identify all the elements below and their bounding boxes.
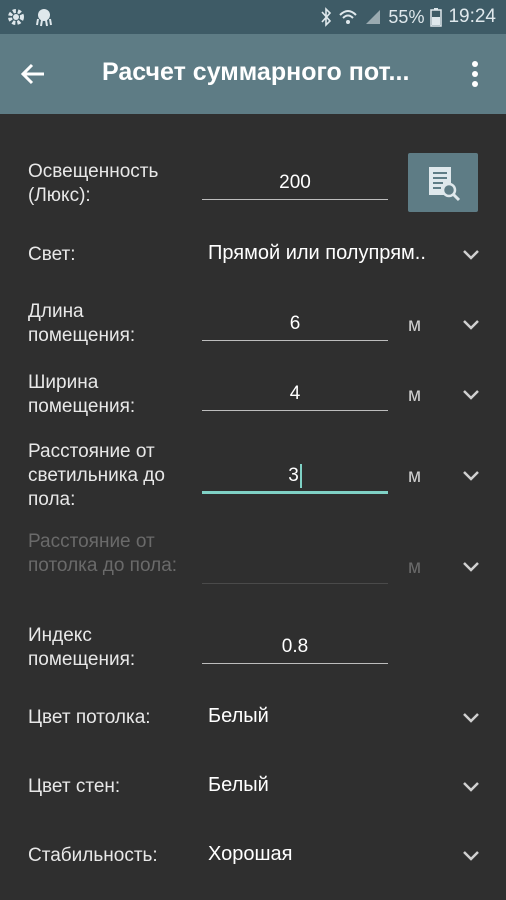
battery-icon [430,8,443,27]
light-label: Свет: [28,244,76,265]
room-index-input[interactable]: 0.8 [202,636,388,664]
illuminance-underline [202,199,388,200]
width-unit: м [408,385,422,406]
stability-select[interactable]: Хорошая [208,843,292,866]
ceiling-color-label: Цвет потолка: [28,707,151,728]
width-label: Ширина помещения: [28,372,136,417]
illuminance-input[interactable]: 200 [202,172,388,200]
chevron-down-icon[interactable] [462,470,480,482]
width-value: 4 [289,383,301,404]
illuminance-value: 200 [279,172,311,193]
chevron-down-icon[interactable] [462,249,480,261]
length-label: Длина помещения: [28,301,136,346]
search-table-button[interactable] [408,153,478,212]
wall-color-select[interactable]: Белый [208,774,269,797]
room-index-underline [202,663,388,664]
gear-icon [8,9,24,25]
page-title: Расчет суммарного пот... [102,58,410,86]
ceiling-floor-underline [202,583,388,584]
length-underline [202,340,388,341]
chevron-down-icon[interactable] [462,850,480,862]
document-search-icon [429,167,461,202]
more-vert-icon[interactable] [463,56,487,92]
clock: 19:24 [448,6,496,27]
lamp-floor-underline [202,491,388,494]
lamp-floor-label: Расстояние от светильника до пола: [28,441,165,510]
room-index-label: Индекс помещения: [28,625,136,670]
chevron-down-icon[interactable] [462,561,480,573]
width-input[interactable]: 4 [202,383,388,411]
chevron-down-icon[interactable] [462,781,480,793]
lamp-floor-input[interactable]: 3 [202,464,388,494]
signal-icon [366,10,381,24]
ceiling-floor-label: Расстояние от потолка до пола: [28,531,178,576]
length-unit: м [408,315,422,336]
chevron-down-icon[interactable] [462,319,480,331]
octopus-icon [36,9,52,27]
ceiling-color-select[interactable]: Белый [208,705,269,728]
status-bar: 55% 19:24 [0,0,506,34]
ceiling-floor-input [202,556,388,584]
length-value: 6 [289,313,301,334]
stability-label: Стабильность: [28,845,158,866]
chevron-down-icon[interactable] [462,389,480,401]
chevron-down-icon[interactable] [462,712,480,724]
length-input[interactable]: 6 [202,313,388,341]
wall-color-label: Цвет стен: [28,776,121,797]
text-cursor [299,464,302,488]
lamp-floor-unit: м [408,466,422,487]
ceiling-floor-unit: м [408,557,422,578]
illuminance-label: Освещенность (Люкс): [28,161,159,206]
wifi-icon [339,10,358,24]
lamp-floor-value: 3 [288,465,299,487]
room-index-value: 0.8 [281,636,309,657]
battery-percent: 55% [388,6,425,27]
back-arrow-icon[interactable] [18,58,50,90]
light-select[interactable]: Прямой или полупрям.. [208,242,426,265]
width-underline [202,410,388,411]
bluetooth-icon [321,7,332,27]
app-bar: Расчет суммарного пот... [0,34,506,114]
